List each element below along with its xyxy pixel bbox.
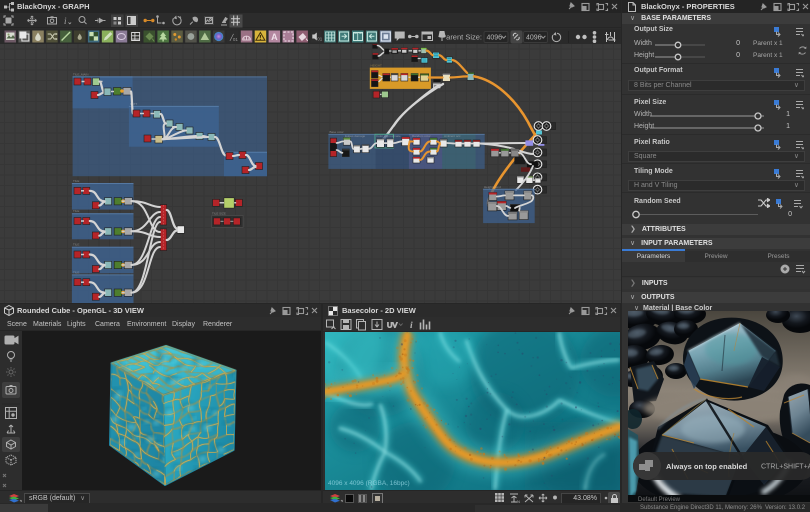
svg-text:4096: 4096 xyxy=(487,34,503,41)
svg-text:TILE SIZE: TILE SIZE xyxy=(212,212,226,216)
svg-text:TILE: TILE xyxy=(73,179,79,183)
svg-text:Base color: Base color xyxy=(330,130,344,134)
svg-text:HEIGHT: HEIGHT xyxy=(371,64,383,68)
svg-text:01: 01 xyxy=(233,37,239,42)
svg-text:Default Preview: Default Preview xyxy=(638,497,681,502)
svg-text:Always on top enabled: Always on top enabled xyxy=(666,462,748,471)
svg-text:Ambient occ: Ambient occ xyxy=(444,134,461,138)
svg-text:CTRL+SHIFT+A: CTRL+SHIFT+A xyxy=(761,464,810,471)
svg-text:TILE: TILE xyxy=(73,209,79,213)
svg-text:TILE: TILE xyxy=(73,243,79,247)
svg-text:01: 01 xyxy=(317,37,323,42)
svg-text:Color Approximate: Color Approximate xyxy=(376,134,401,138)
svg-text:UV: UV xyxy=(387,321,397,330)
svg-text:4096: 4096 xyxy=(526,34,542,41)
svg-text:Random color: Random color xyxy=(412,134,431,138)
svg-text:i: i xyxy=(64,16,67,26)
svg-text:Height blend: Height blend xyxy=(484,185,501,189)
svg-text:Parent Size:: Parent Size: xyxy=(441,32,482,41)
svg-text:i: i xyxy=(410,321,413,331)
svg-text:TILE_MAIN: TILE_MAIN xyxy=(73,73,89,77)
svg-text:TILE: TILE xyxy=(73,270,79,274)
svg-text:A: A xyxy=(271,32,278,42)
